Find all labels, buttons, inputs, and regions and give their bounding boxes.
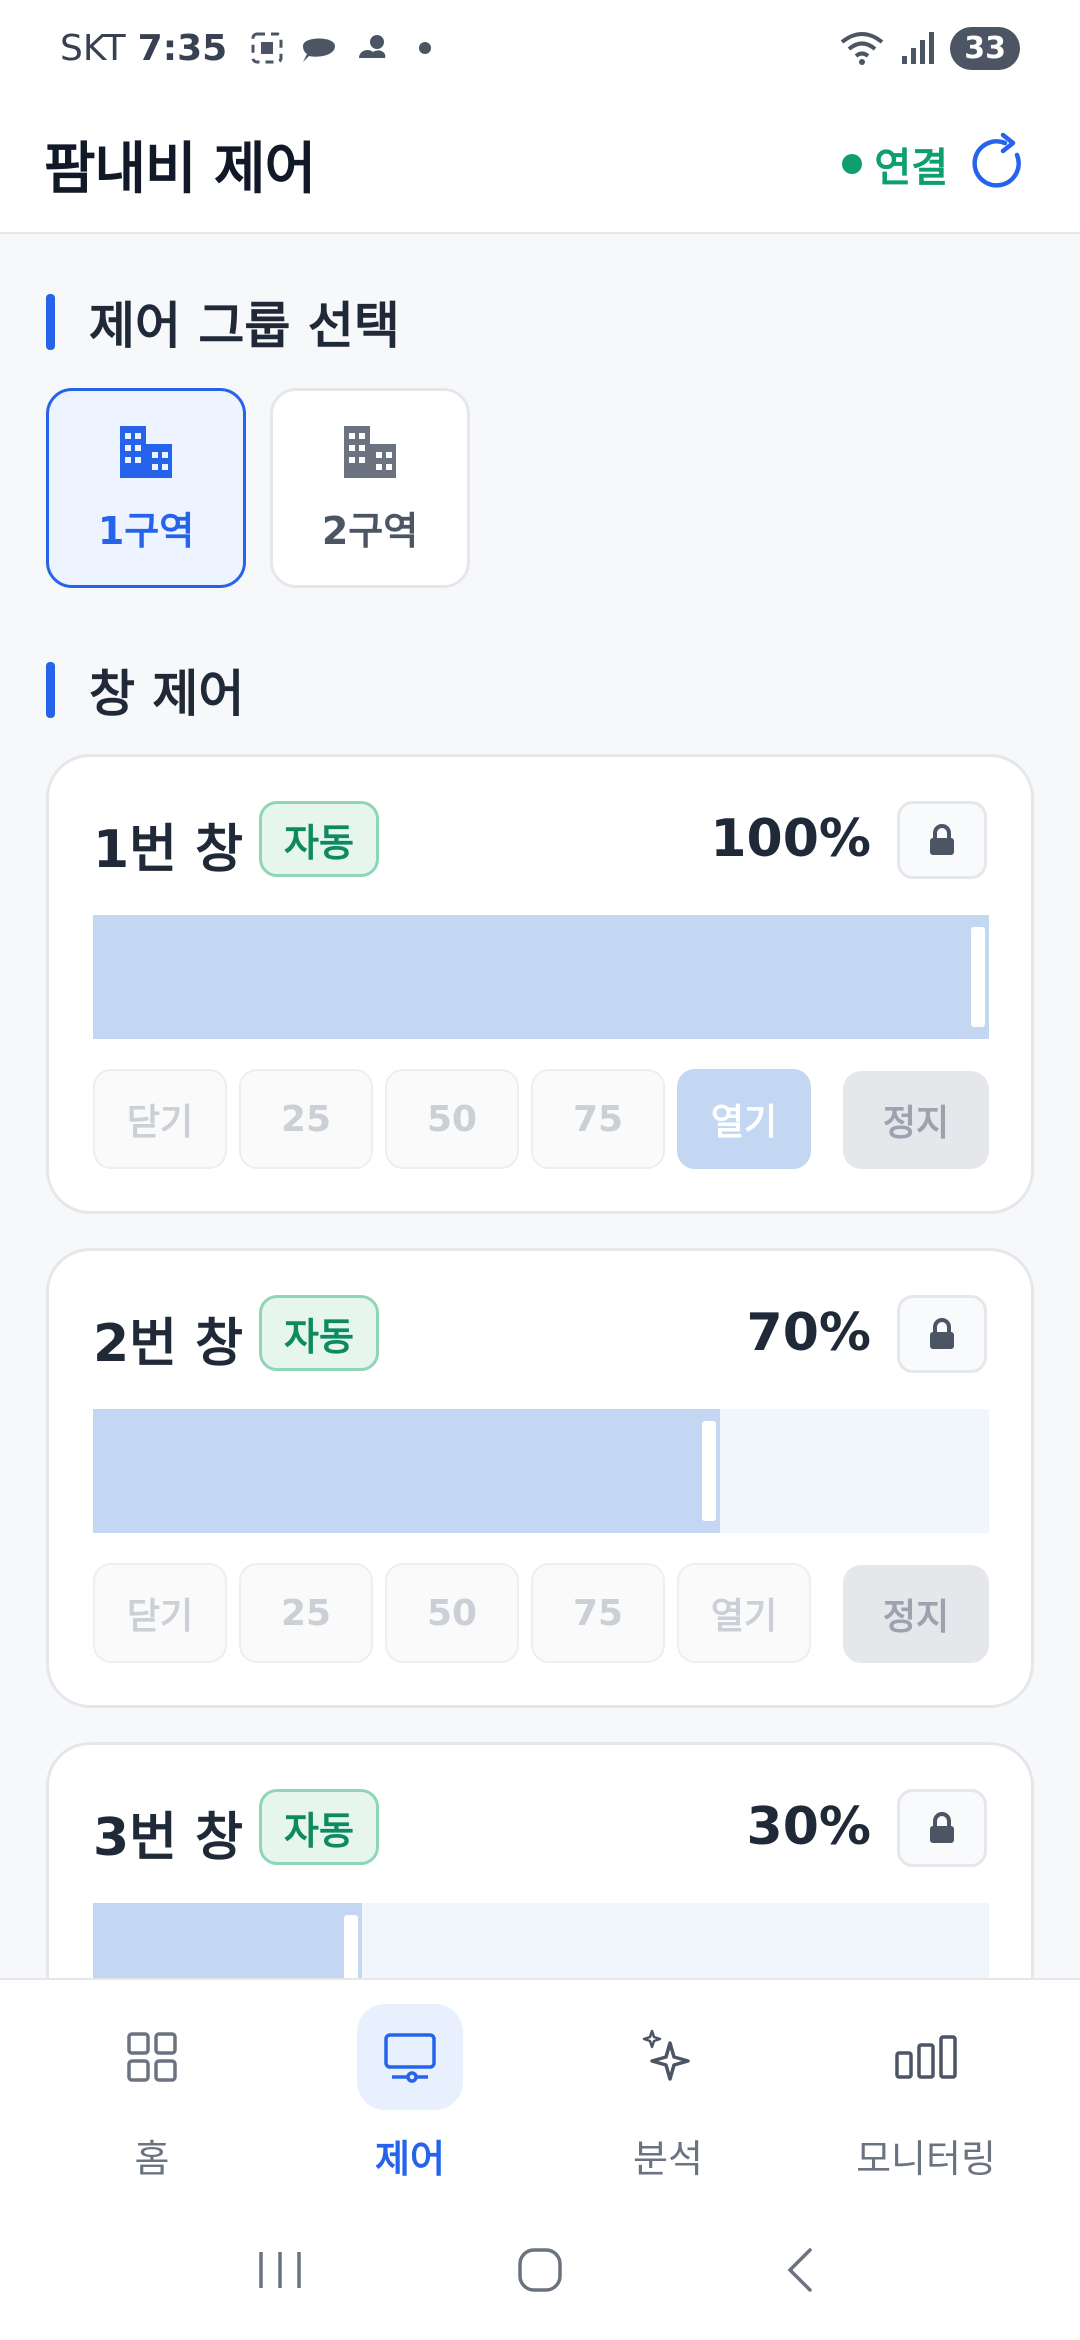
grid-icon: [127, 2032, 177, 2082]
lock-icon: [930, 1318, 954, 1349]
position-button-3[interactable]: 75: [531, 1563, 665, 1663]
zone-label: 2구역: [321, 508, 419, 553]
position-button-row: 닫기 25 50 75 열기 정지: [93, 1563, 993, 1663]
refresh-icon: [972, 132, 1021, 188]
lock-button[interactable]: [897, 1789, 987, 1867]
nav-icon-wrap: [873, 2004, 979, 2110]
chat-icon: [303, 38, 336, 62]
nav-label: 홈: [134, 2137, 170, 2181]
wifi-icon: [841, 32, 884, 65]
window-name: 2번 창: [93, 1314, 243, 1374]
position-button-1[interactable]: 25: [239, 1069, 373, 1169]
slider-fill: [93, 915, 989, 1039]
lock-button[interactable]: [897, 1295, 987, 1373]
window-section-header: 창 제어: [46, 654, 244, 726]
position-slider[interactable]: [93, 1903, 989, 1978]
connection-status: 연결: [842, 135, 948, 193]
recent-apps-button[interactable]: [230, 2220, 330, 2320]
slider-handle[interactable]: [971, 927, 985, 1027]
window-section-title: 창 제어: [89, 665, 245, 723]
mode-badge[interactable]: 자동: [259, 801, 379, 877]
screenshot-icon: [251, 32, 283, 64]
page-title: 팜내비 제어: [44, 136, 316, 202]
status-bar: SKT 7:35 33: [0, 0, 1080, 96]
window-card-2: 2번 창 자동 70% 닫기 25 50 75 열기 정지: [46, 1248, 1034, 1708]
stop-button[interactable]: 정지: [843, 1071, 989, 1169]
nav-icon-wrap: [99, 2004, 205, 2110]
home-button[interactable]: [490, 2220, 590, 2320]
system-nav-bar: [0, 2200, 1080, 2340]
open-percent: 70%: [746, 1303, 871, 1363]
slider-fill: [93, 1409, 720, 1533]
recent-apps-icon: [259, 2252, 301, 2288]
more-dot-icon: [419, 42, 432, 54]
carrier-label: SKT: [60, 27, 126, 69]
app-header: 팜내비 제어 연결: [0, 96, 1080, 234]
position-button-4[interactable]: 열기: [677, 1563, 811, 1663]
sparkle-icon: [642, 2029, 690, 2081]
nav-monitoring[interactable]: 모니터링: [826, 2004, 1026, 2194]
connection-label: 연결: [874, 145, 948, 191]
nav-label: 분석: [633, 2137, 703, 2181]
bottom-nav: 홈 제어 분석 모니터링: [0, 1978, 1080, 2200]
nav-icon-wrap: [615, 2004, 721, 2110]
zone-button-2[interactable]: 2구역: [270, 388, 470, 588]
monitor-icon: [384, 2033, 436, 2083]
group-section-header: 제어 그룹 선택: [46, 286, 400, 358]
window-card-1: 1번 창 자동 100% 닫기 25 50 75 열기 정지: [46, 754, 1034, 1214]
lock-icon: [930, 824, 954, 855]
nav-analysis[interactable]: 분석: [568, 2004, 768, 2194]
open-percent: 100%: [710, 809, 871, 869]
open-percent: 30%: [746, 1797, 871, 1857]
position-button-2[interactable]: 50: [385, 1069, 519, 1169]
nav-home[interactable]: 홈: [52, 2004, 252, 2194]
nav-label: 제어: [375, 2137, 445, 2181]
nav-control[interactable]: 제어: [310, 2004, 510, 2194]
bar-chart-icon: [895, 2035, 957, 2079]
nav-label: 모니터링: [856, 2137, 996, 2181]
lock-icon: [930, 1812, 954, 1843]
nav-icon-wrap: [357, 2004, 463, 2110]
weather-icon: [359, 35, 386, 58]
notification-icons: [249, 30, 432, 66]
lock-button[interactable]: [897, 801, 987, 879]
slider-handle[interactable]: [702, 1421, 716, 1521]
section-accent-bar: [46, 662, 55, 718]
position-button-2[interactable]: 50: [385, 1563, 519, 1663]
back-chevron-icon: [787, 2248, 812, 2292]
signal-icon: [902, 32, 935, 64]
stop-button[interactable]: 정지: [843, 1565, 989, 1663]
status-dot: [842, 154, 863, 174]
position-button-1[interactable]: 25: [239, 1563, 373, 1663]
home-circle-icon: [518, 2248, 562, 2292]
slider-handle[interactable]: [344, 1915, 358, 1978]
position-slider[interactable]: [93, 915, 989, 1039]
mode-badge[interactable]: 자동: [259, 1789, 379, 1865]
clock: 7:35: [137, 27, 228, 69]
zone-button-1[interactable]: 1구역: [46, 388, 246, 588]
group-section-title: 제어 그룹 선택: [89, 297, 400, 355]
position-button-4[interactable]: 열기: [677, 1069, 811, 1169]
zone-label: 1구역: [97, 508, 195, 553]
position-button-row: 닫기 25 50 75 열기 정지: [93, 1069, 993, 1169]
position-button-0[interactable]: 닫기: [93, 1563, 227, 1663]
window-name: 1번 창: [93, 820, 243, 880]
refresh-button[interactable]: [954, 118, 1044, 208]
position-slider[interactable]: [93, 1409, 989, 1533]
window-card-3: 3번 창 자동 30% 닫기255075열기정지: [46, 1742, 1034, 1978]
position-button-3[interactable]: 75: [531, 1069, 665, 1169]
position-button-0[interactable]: 닫기: [93, 1069, 227, 1169]
building-icon: [344, 425, 396, 478]
main-content[interactable]: 제어 그룹 선택 1구역 2구역 창 제어 1번 창 자동 100% 닫기 25…: [0, 236, 1080, 1978]
section-accent-bar: [46, 294, 55, 350]
building-icon: [120, 425, 172, 478]
window-name: 3번 창: [93, 1808, 243, 1868]
back-button[interactable]: [750, 2220, 850, 2320]
slider-fill: [93, 1903, 362, 1978]
mode-badge[interactable]: 자동: [259, 1295, 379, 1371]
battery-indicator: 33: [950, 26, 1020, 70]
